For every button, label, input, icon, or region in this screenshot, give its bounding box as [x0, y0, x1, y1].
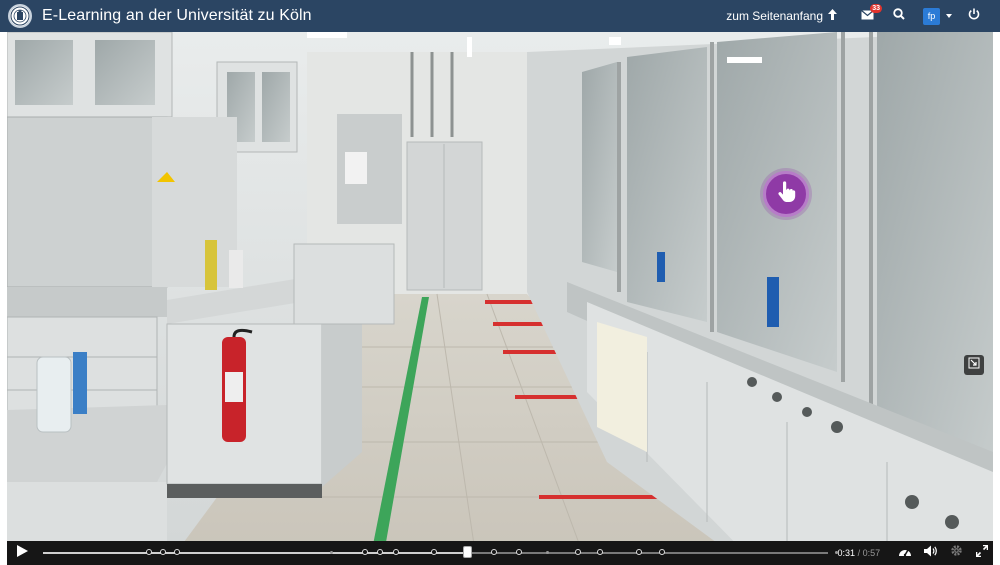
cue-point[interactable]	[545, 551, 549, 554]
interactive-hotspot-button[interactable]	[763, 171, 809, 217]
top-navigation-bar: E-Learning an der Universität zu Köln zu…	[0, 0, 1000, 32]
video-player[interactable]	[7, 32, 993, 565]
current-time: 0:31	[837, 548, 856, 558]
expand-arrow-icon	[968, 356, 980, 374]
site-title-link[interactable]: E-Learning an der Universität zu Köln	[42, 7, 312, 25]
chapter-marker[interactable]	[392, 549, 399, 555]
chapter-marker[interactable]	[658, 549, 665, 555]
arrow-up-icon	[828, 9, 837, 23]
time-display: 0:31 / 0:57	[838, 548, 881, 558]
video-control-bar: 0:31 / 0:57	[7, 541, 993, 565]
cue-point[interactable]	[329, 551, 333, 554]
speedometer-icon	[898, 544, 912, 562]
user-avatar: fp	[923, 7, 940, 25]
volume-button[interactable]	[920, 541, 942, 565]
back-to-top-link[interactable]: zum Seitenanfang	[726, 9, 837, 23]
hand-pointer-icon	[776, 180, 796, 208]
back-to-top-label: zum Seitenanfang	[726, 9, 823, 23]
search-button[interactable]	[886, 3, 912, 29]
chapter-marker[interactable]	[361, 549, 368, 555]
mail-button[interactable]: 33	[854, 3, 882, 29]
search-icon	[893, 7, 905, 25]
toggle-overlay-button[interactable]	[964, 355, 984, 375]
progress-slider[interactable]	[42, 541, 838, 565]
play-icon	[17, 544, 29, 562]
power-icon	[968, 7, 980, 25]
speaker-icon	[923, 544, 938, 562]
chapter-marker[interactable]	[173, 549, 180, 555]
user-menu-button[interactable]: fp	[923, 7, 952, 25]
duration-time: 0:57	[862, 548, 881, 558]
university-seal-logo[interactable]	[8, 4, 32, 28]
chapter-marker[interactable]	[430, 549, 437, 555]
time-separator: /	[857, 548, 861, 558]
chapter-marker[interactable]	[574, 549, 581, 555]
settings-button[interactable]	[946, 541, 968, 565]
chapter-marker[interactable]	[159, 549, 166, 555]
gear-icon	[950, 544, 963, 562]
playback-speed-button[interactable]	[894, 541, 916, 565]
chevron-down-icon	[946, 14, 952, 18]
chapter-marker[interactable]	[515, 549, 522, 555]
cue-point[interactable]	[834, 551, 838, 554]
logout-button[interactable]	[961, 3, 987, 29]
chapter-marker[interactable]	[490, 549, 497, 555]
fullscreen-button[interactable]	[971, 541, 993, 565]
progress-handle[interactable]	[462, 546, 472, 558]
chapter-marker[interactable]	[376, 549, 383, 555]
fullscreen-icon	[975, 544, 989, 562]
video-frame-laboratory	[7, 32, 993, 565]
chapter-marker[interactable]	[635, 549, 642, 555]
play-button[interactable]	[11, 541, 35, 565]
mail-count-badge: 33	[870, 4, 882, 13]
progress-fill	[42, 552, 467, 554]
chapter-marker[interactable]	[596, 549, 603, 555]
chapter-marker[interactable]	[145, 549, 152, 555]
